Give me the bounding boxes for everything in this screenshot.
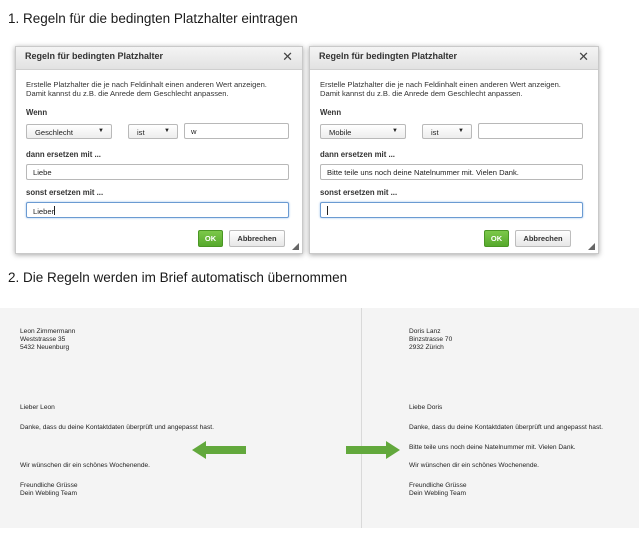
description-line: Erstelle Platzhalter die je nach Feldinh…: [26, 80, 267, 89]
wenn-label: Wenn: [26, 108, 48, 117]
dann-label: dann ersetzen mit ...: [26, 150, 101, 159]
dann-input[interactable]: Bitte teile uns noch deine Natelnummer m…: [320, 164, 583, 180]
dann-label: dann ersetzen mit ...: [320, 150, 395, 159]
recipient-street: Binzstrasse 70: [409, 336, 453, 343]
letter-body-line: Danke, dass du deine Kontaktdaten überpr…: [409, 424, 603, 431]
sonst-input[interactable]: Lieber: [26, 202, 289, 218]
field-select[interactable]: Mobile ▼: [320, 124, 406, 139]
operator-select[interactable]: ist ▼: [422, 124, 472, 139]
dialog-description: Erstelle Platzhalter die je nach Feldinh…: [26, 80, 296, 98]
step-1-heading: 1. Regeln für die bedingten Platzhalter …: [8, 11, 298, 26]
recipient-city: 5432 Neuenburg: [20, 344, 70, 351]
close-icon[interactable]: ✕: [282, 49, 293, 65]
recipient-name: Doris Lanz: [409, 328, 441, 335]
value-input[interactable]: w: [184, 123, 289, 139]
recipient-city: 2932 Zürich: [409, 344, 444, 351]
wenn-label: Wenn: [320, 108, 342, 117]
step-2-heading: 2. Die Regeln werden im Brief automatisc…: [8, 270, 348, 285]
letter-greeting: Freundliche Grüsse: [20, 482, 78, 489]
letter-signature: Dein Webling Team: [409, 490, 466, 497]
description-line: Damit kannst du z.B. die Anrede dem Gesc…: [320, 89, 523, 98]
value-input[interactable]: [478, 123, 583, 139]
dialog-title: Regeln für bedingten Platzhalter: [25, 51, 164, 61]
dropdown-arrow-icon: ▼: [458, 128, 464, 134]
close-icon[interactable]: ✕: [578, 49, 589, 65]
dropdown-arrow-icon: ▼: [392, 128, 398, 134]
sonst-input[interactable]: [320, 202, 583, 218]
dialog-titlebar: Regeln für bedingten Platzhalter ✕: [16, 47, 302, 70]
cancel-button[interactable]: Abbrechen: [515, 230, 571, 247]
recipient-street: Weststrasse 35: [20, 336, 66, 343]
field-select[interactable]: Geschlecht ▼: [26, 124, 112, 139]
field-select-value: Mobile: [329, 128, 352, 137]
sonst-label: sonst ersetzen mit ...: [26, 188, 104, 197]
rules-dialog-left: Regeln für bedingten Platzhalter ✕ Erste…: [15, 46, 303, 254]
description-line: Erstelle Platzhalter die je nach Feldinh…: [320, 80, 561, 89]
sonst-label: sonst ersetzen mit ...: [320, 188, 398, 197]
letters-preview: Leon Zimmermann Weststrasse 35 5432 Neue…: [0, 308, 639, 528]
operator-select-value: ist: [137, 128, 145, 137]
cancel-button[interactable]: Abbrechen: [229, 230, 285, 247]
description-line: Damit kannst du z.B. die Anrede dem Gesc…: [26, 89, 229, 98]
letter-body-line: Bitte teile uns noch deine Natelnummer m…: [409, 444, 576, 451]
letter-signature: Dein Webling Team: [20, 490, 77, 497]
letter-body-line: Danke, dass du deine Kontaktdaten überpr…: [20, 424, 214, 431]
operator-select-value: ist: [431, 128, 439, 137]
field-select-value: Geschlecht: [35, 128, 73, 137]
resize-grip-icon[interactable]: [292, 243, 299, 250]
letters-divider: [361, 308, 362, 528]
ok-button[interactable]: OK: [484, 230, 509, 247]
sonst-input-text: Lieber: [33, 207, 55, 216]
text-caret: [54, 206, 56, 215]
text-caret: [327, 206, 328, 215]
arrow-left-icon: [192, 441, 246, 459]
letter-closing: Wir wünschen dir ein schönes Wochenende.: [20, 462, 150, 469]
letter-closing: Wir wünschen dir ein schönes Wochenende.: [409, 462, 539, 469]
dann-input[interactable]: Liebe: [26, 164, 289, 180]
dialog-titlebar: Regeln für bedingten Platzhalter ✕: [310, 47, 598, 70]
letter-salutation: Lieber Leon: [20, 404, 55, 411]
dropdown-arrow-icon: ▼: [98, 128, 104, 134]
operator-select[interactable]: ist ▼: [128, 124, 178, 139]
dialog-description: Erstelle Platzhalter die je nach Feldinh…: [320, 80, 590, 98]
arrow-right-icon: [346, 441, 400, 459]
resize-grip-icon[interactable]: [588, 243, 595, 250]
recipient-name: Leon Zimmermann: [20, 328, 76, 335]
letter-greeting: Freundliche Grüsse: [409, 482, 467, 489]
dialog-title: Regeln für bedingten Platzhalter: [319, 51, 458, 61]
rules-dialog-right: Regeln für bedingten Platzhalter ✕ Erste…: [309, 46, 599, 254]
dropdown-arrow-icon: ▼: [164, 128, 170, 134]
letter-salutation: Liebe Doris: [409, 404, 443, 411]
ok-button[interactable]: OK: [198, 230, 223, 247]
